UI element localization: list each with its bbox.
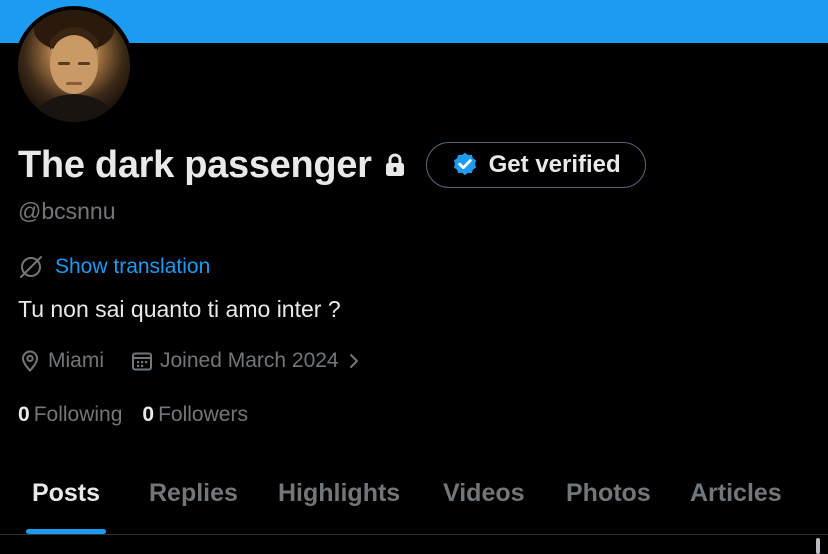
followers-link[interactable]: 0 Followers <box>142 403 248 427</box>
verified-badge-icon <box>453 152 476 176</box>
joined-item[interactable]: Joined March 2024 <box>130 349 369 373</box>
joined-text: Joined March 2024 <box>160 349 339 372</box>
tab-photos-label: Photos <box>566 478 651 507</box>
location-pin-icon <box>21 350 39 372</box>
location-item: Miami <box>18 349 104 373</box>
following-link[interactable]: 0 Following <box>18 403 122 427</box>
get-verified-button[interactable]: Get verified <box>425 142 646 188</box>
bio-text: Tu non sai quanto ti amo inter ? <box>18 296 341 322</box>
tab-videos-label: Videos <box>443 478 525 507</box>
tab-videos[interactable]: Videos <box>443 452 525 534</box>
avatar[interactable] <box>14 6 134 126</box>
tab-posts[interactable]: Posts <box>22 452 110 534</box>
tab-posts-label: Posts <box>31 478 101 507</box>
following-count: 0 <box>18 403 30 426</box>
scrollbar[interactable] <box>816 538 820 554</box>
translate-icon <box>20 256 42 278</box>
calendar-icon <box>132 352 152 371</box>
handle: @bcsnnu <box>18 198 116 224</box>
follow-stats: 0 Following 0 Followers <box>18 403 248 427</box>
tab-articles-label: Articles <box>690 478 782 507</box>
tabs-divider <box>0 534 828 535</box>
lock-icon <box>385 153 404 176</box>
profile-tabs: Posts Replies Highlights Videos Photos A… <box>0 452 828 534</box>
tab-photos[interactable]: Photos <box>566 452 651 534</box>
name-row: The dark passenger Get verified <box>18 140 646 190</box>
location-text: Miami <box>48 349 104 372</box>
get-verified-label: Get verified <box>488 151 621 178</box>
avatar-photo <box>32 10 116 122</box>
tab-replies-label: Replies <box>149 478 238 507</box>
show-translation-label: Show translation <box>55 255 211 278</box>
tab-articles[interactable]: Articles <box>690 452 782 534</box>
followers-count: 0 <box>142 403 155 426</box>
tab-highlights[interactable]: Highlights <box>278 452 400 534</box>
tab-replies[interactable]: Replies <box>149 452 238 534</box>
following-label: Following <box>33 403 123 426</box>
display-name: The dark passenger <box>18 143 372 186</box>
tab-highlights-label: Highlights <box>278 478 401 507</box>
chevron-right-icon <box>349 354 358 368</box>
profile-meta: Miami Joined March 2024 <box>18 346 369 376</box>
show-translation-link[interactable]: Show translation <box>18 254 210 280</box>
followers-label: Followers <box>158 403 248 426</box>
